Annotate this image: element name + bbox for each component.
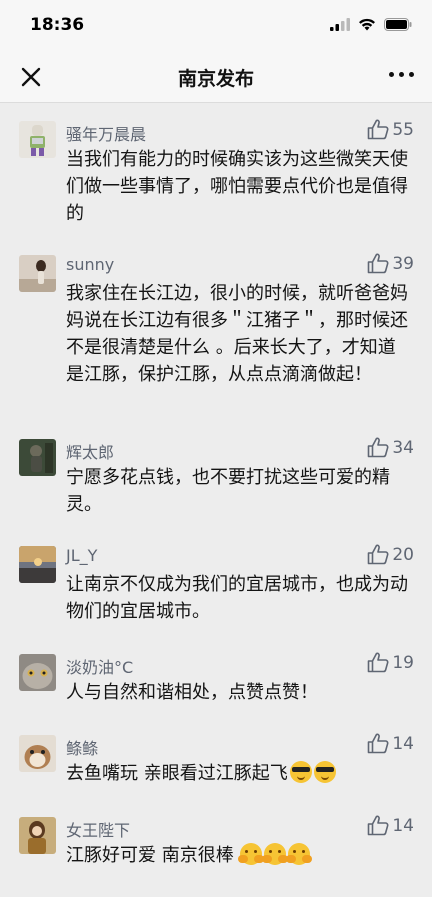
wifi-icon <box>359 18 375 31</box>
avatar[interactable] <box>19 439 56 476</box>
thumbs-up-icon <box>368 119 389 140</box>
like-count: 55 <box>392 119 414 140</box>
status-icons <box>330 18 412 31</box>
comment-text: 宁愿多花点钱，也不要打扰这些可爱的精灵。 <box>66 467 390 515</box>
thumbs-up-icon <box>368 652 389 673</box>
avatar[interactable] <box>19 121 56 158</box>
comment-text: 江豚好可爱 南京很棒 <box>66 842 411 869</box>
like-button[interactable]: 14 <box>367 815 414 836</box>
like-button[interactable]: 14 <box>367 733 414 754</box>
like-count: 14 <box>392 733 414 754</box>
sunglasses-emoji-icon <box>313 761 336 783</box>
like-count: 20 <box>392 544 414 565</box>
hugging-face-emoji-icon <box>237 843 262 865</box>
comment-text: 当我们有能力的时候确实该为这些微笑天使们做一些事情了，哪怕需要点代价也是值得的 <box>66 149 408 224</box>
cellular-signal-icon <box>330 18 350 31</box>
commenter-name[interactable]: 鲦鲦 <box>66 735 98 759</box>
thumbs-up-icon <box>368 544 389 565</box>
like-count: 14 <box>392 815 414 836</box>
thumbs-up-icon <box>368 815 389 836</box>
thumbs-up-icon <box>368 253 389 274</box>
comment-text-content: 去鱼嘴玩 亲眼看过江豚起飞 <box>66 763 288 784</box>
comment-text-content: 江豚好可爱 南京很棒 <box>66 845 234 866</box>
commenter-name[interactable]: 辉太郎 <box>66 439 114 463</box>
avatar[interactable] <box>19 654 56 691</box>
comment-text: 我家住在长江边，很小的时候，就听爸爸妈妈说在长江边有很多＂江猪子＂，那时候还不是… <box>66 283 408 385</box>
like-button[interactable]: 34 <box>367 437 414 458</box>
status-bar: 18:36 <box>0 0 432 50</box>
avatar[interactable] <box>19 735 56 772</box>
battery-icon <box>384 18 412 31</box>
avatar[interactable] <box>19 255 56 292</box>
commenter-name[interactable]: 骚年万晨晨 <box>66 121 146 145</box>
commenter-name[interactable]: 女王陛下 <box>66 817 130 841</box>
like-button[interactable]: 19 <box>367 652 414 673</box>
commenter-name[interactable]: 淡奶油°C <box>66 654 133 678</box>
thumbs-up-icon <box>368 733 389 754</box>
comment-text: 人与自然和谐相处，点赞点赞！ <box>66 682 318 703</box>
like-count: 19 <box>392 652 414 673</box>
more-dot-icon <box>389 72 394 77</box>
page-title: 南京发布 <box>177 68 254 90</box>
like-button[interactable]: 20 <box>367 544 414 565</box>
avatar[interactable] <box>19 546 56 583</box>
like-count: 34 <box>392 437 414 458</box>
like-button[interactable]: 39 <box>367 253 414 274</box>
like-count: 39 <box>392 253 414 274</box>
thumbs-up-icon <box>368 437 389 458</box>
commenter-name[interactable]: sunny <box>66 255 114 274</box>
like-button[interactable]: 55 <box>367 119 414 140</box>
commenter-name[interactable]: JL_Y <box>66 546 97 565</box>
comment-text: 让南京不仅成为我们的宜居城市，也成为动物们的宜居城市。 <box>66 574 408 622</box>
more-dot-icon <box>399 72 404 77</box>
more-dot-icon <box>409 72 414 77</box>
comment-text: 去鱼嘴玩 亲眼看过江豚起飞 <box>66 760 411 787</box>
sunglasses-emoji-icon <box>289 761 312 783</box>
hugging-face-emoji-icon <box>285 843 310 865</box>
more-options-button[interactable] <box>389 72 414 77</box>
hugging-face-emoji-icon <box>261 843 286 865</box>
status-time: 18:36 <box>30 15 85 35</box>
avatar[interactable] <box>19 817 56 854</box>
navigation-bar: 南京发布 <box>0 50 432 103</box>
